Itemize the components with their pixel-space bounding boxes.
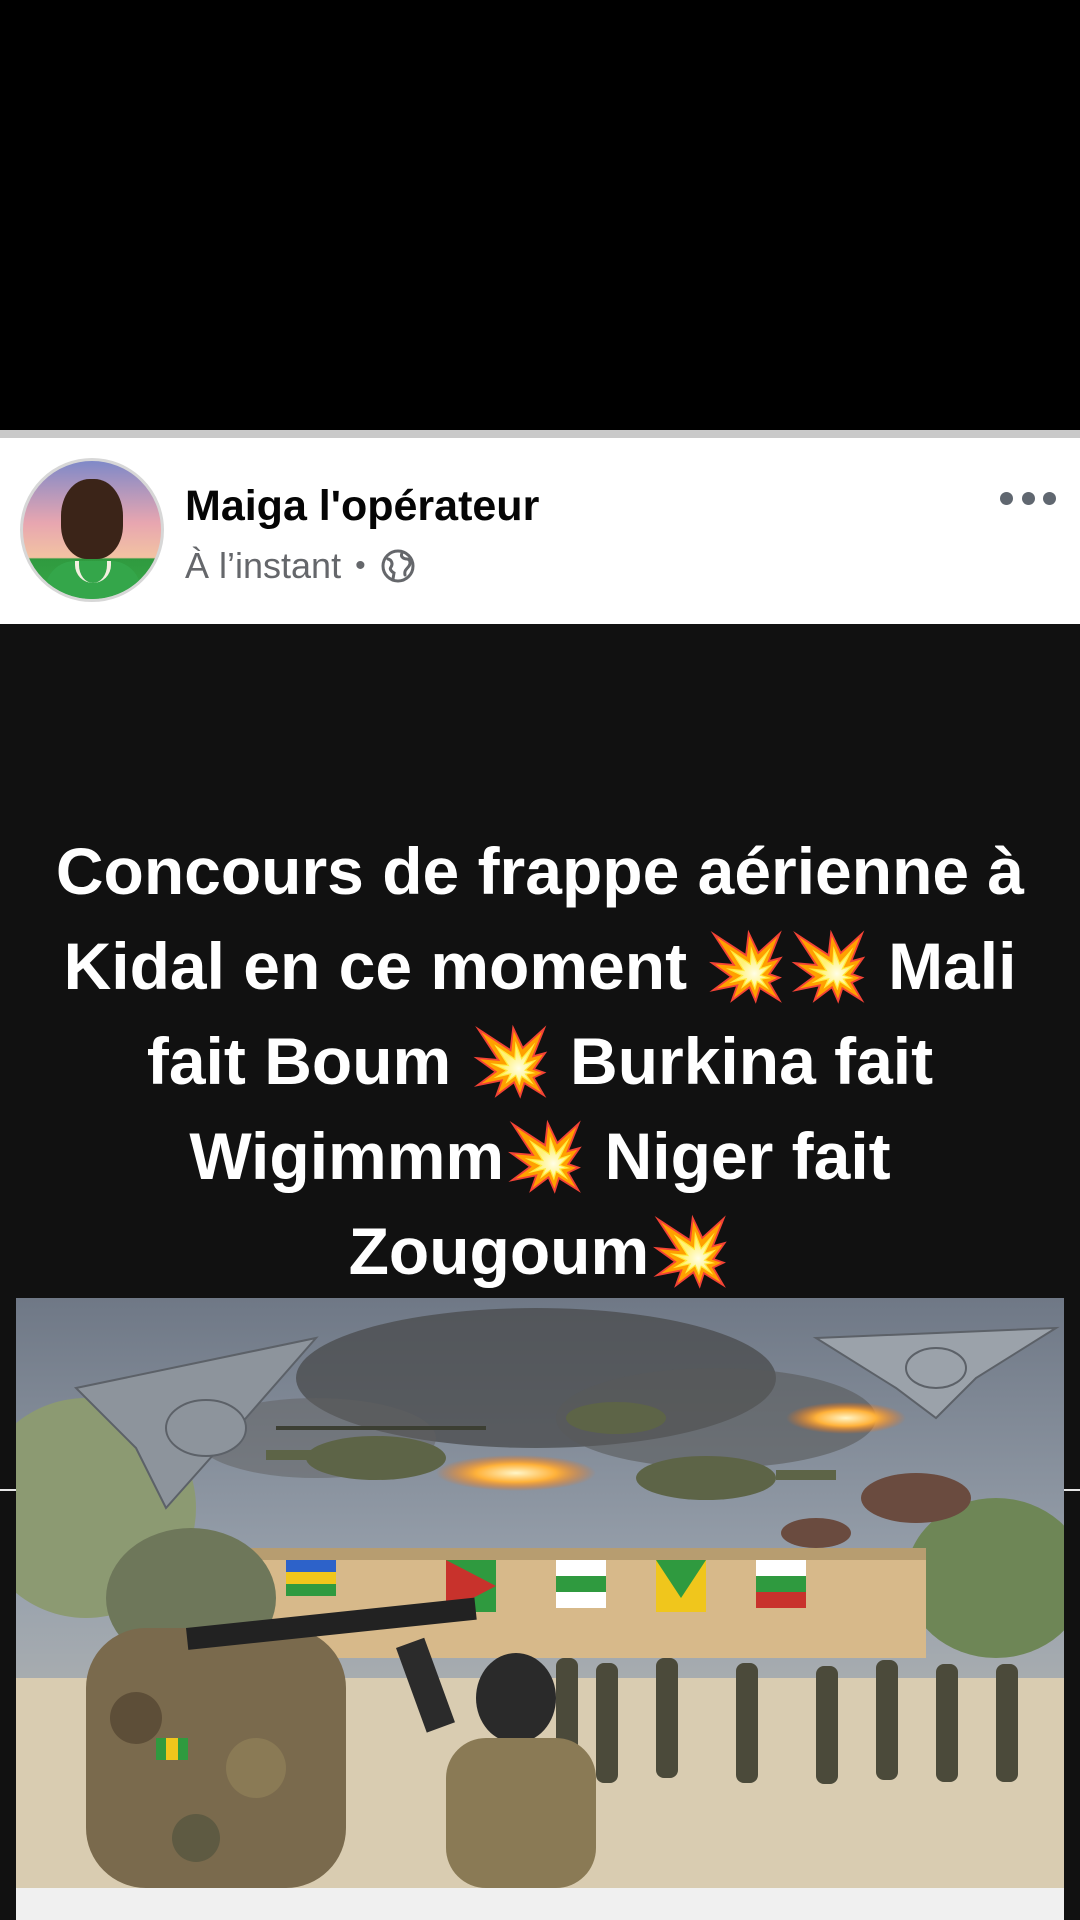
more-horizontal-icon[interactable] [1000, 488, 1056, 508]
post-text: Concours de frappe aérienne à Kidal en c… [20, 824, 1060, 1299]
post-header: Maiga l'opérateur À l’instant • [0, 438, 1080, 624]
bottom-strip [16, 1888, 1064, 1920]
top-divider [0, 430, 1080, 438]
post-timestamp[interactable]: À l’instant [185, 545, 341, 587]
camo-patch [110, 1692, 162, 1744]
soldier [876, 1660, 898, 1780]
post-text-line: Wigimmm💥 Niger fait [189, 1119, 891, 1193]
camo-patch [226, 1738, 286, 1798]
missile-fire [436, 1455, 596, 1491]
divider-line-right [1062, 1489, 1080, 1491]
more-dot [1021, 491, 1035, 505]
camo-patch [172, 1814, 220, 1862]
screen: Maiga l'opérateur À l’instant • Concours… [0, 0, 1080, 1920]
flag-stripe [756, 1592, 806, 1608]
author-name[interactable]: Maiga l'opérateur [185, 482, 539, 531]
post-text-line: Concours de frappe aérienne à [55, 834, 1025, 908]
mali-patch-stripe [166, 1738, 178, 1760]
soldier [996, 1664, 1018, 1782]
post-text-line: Zougoum💥 [348, 1214, 732, 1288]
flag-stripe [286, 1572, 336, 1584]
post-text-line: fait Boum 💥 Burkina fait [146, 1024, 934, 1098]
more-dot [1043, 491, 1056, 505]
post-meta: À l’instant • [185, 542, 416, 590]
globe-icon[interactable] [380, 548, 416, 584]
missile-fire [786, 1402, 906, 1434]
soldier [656, 1658, 678, 1778]
post-image-illustration [16, 1298, 1064, 1888]
soldier [736, 1663, 758, 1783]
head [476, 1653, 556, 1743]
flag-stripe [756, 1576, 806, 1592]
soldier [936, 1664, 958, 1782]
soldier [596, 1663, 618, 1783]
flag-stripe [556, 1576, 606, 1592]
meta-separator: • [355, 549, 366, 582]
camo-body [446, 1738, 596, 1888]
building-roof [246, 1548, 926, 1560]
post-text-line: Kidal en ce moment 💥💥 Mali [63, 929, 1017, 1003]
soldier [816, 1666, 838, 1784]
more-dot [1000, 491, 1013, 505]
flag-stripe [286, 1584, 336, 1596]
helicopter [566, 1402, 666, 1434]
author-avatar[interactable] [20, 458, 164, 602]
post-image[interactable] [16, 1298, 1064, 1888]
top-black-area [0, 0, 1080, 430]
avatar-face [61, 479, 123, 559]
